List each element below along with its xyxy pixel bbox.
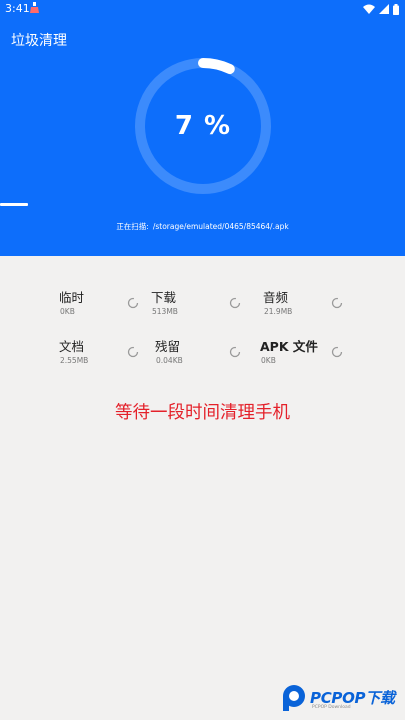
category-size: 0KB bbox=[60, 307, 75, 316]
scan-status: 正在扫描:/storage/emulated/0465/85464/.apk bbox=[0, 221, 405, 232]
category-size: 0.04KB bbox=[156, 356, 183, 365]
loading-spinner-icon bbox=[127, 297, 139, 309]
loading-spinner-icon bbox=[229, 346, 241, 358]
loading-spinner-icon bbox=[127, 346, 139, 358]
progress-percent: 7 % bbox=[174, 111, 232, 141]
watermark-sub: PCPOP Download bbox=[312, 705, 351, 710]
category-name: 下载 bbox=[151, 290, 177, 305]
page-indicator bbox=[0, 203, 28, 206]
category-size: 513MB bbox=[152, 307, 178, 316]
loading-spinner-icon bbox=[229, 297, 241, 309]
pcpop-logo-icon bbox=[283, 685, 305, 711]
category-name: 音频 bbox=[263, 290, 289, 305]
battery-icon bbox=[393, 3, 399, 15]
wait-message: 等待一段时间清理手机 bbox=[115, 403, 290, 423]
status-time: 3:41 bbox=[5, 2, 30, 15]
category-size: 2.55MB bbox=[60, 356, 89, 365]
category-apk[interactable]: APK 文件 0KB bbox=[260, 336, 370, 372]
wifi-icon bbox=[363, 4, 375, 14]
app-title: 垃圾清理 bbox=[11, 33, 67, 49]
status-bar: 3:41 bbox=[0, 0, 405, 18]
category-size: 0KB bbox=[261, 356, 276, 365]
signal-icon bbox=[379, 4, 389, 14]
scan-path: /storage/emulated/0465/85464/.apk bbox=[152, 222, 289, 231]
category-audio[interactable]: 音频 21.9MB bbox=[263, 287, 373, 323]
category-name: APK 文件 bbox=[260, 339, 318, 354]
scan-label: 正在扫描: bbox=[116, 222, 149, 231]
category-download[interactable]: 下载 513MB bbox=[151, 287, 261, 323]
category-name: 临时 bbox=[59, 290, 85, 305]
loading-spinner-icon bbox=[331, 346, 343, 358]
category-name: 文档 bbox=[59, 339, 85, 354]
scan-header: 3:41 垃圾清理 7 % 正在扫描:/storage/emulated/046… bbox=[0, 0, 405, 256]
category-residual[interactable]: 残留 0.04KB bbox=[155, 336, 265, 372]
category-documents[interactable]: 文档 2.55MB bbox=[59, 336, 169, 372]
category-name: 残留 bbox=[155, 339, 181, 354]
category-size: 21.9MB bbox=[264, 307, 293, 316]
cleaner-notification-icon bbox=[30, 2, 39, 13]
loading-spinner-icon bbox=[331, 297, 343, 309]
watermark: PCPOP下载 PCPOP Download bbox=[280, 684, 402, 714]
